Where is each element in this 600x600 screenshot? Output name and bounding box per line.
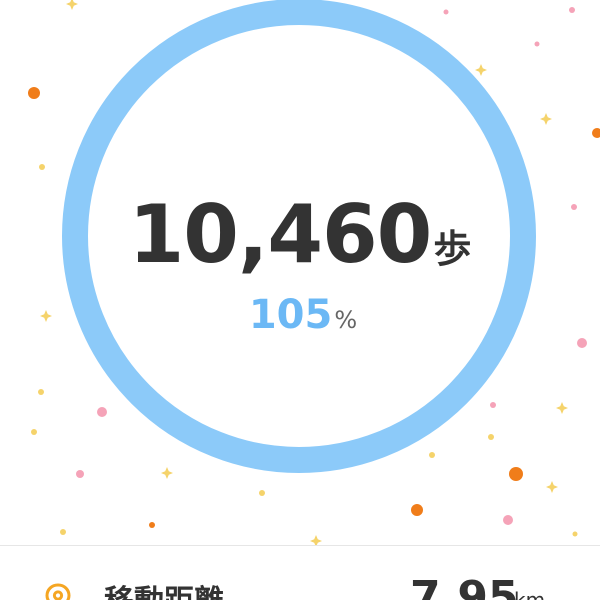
distance-stat-row: 移動距離 7.95 km [0,546,600,600]
distance-value: 7.95 [410,572,519,600]
step-summary-screen: 10,460歩 105% 移動距離 7.95 km [0,0,600,600]
distance-unit: km [514,588,546,600]
achievement-percent: 105 [248,292,333,338]
steps-unit-label: 歩 [433,227,472,271]
achievement-percent-unit: % [334,306,358,334]
steps-count: 10,460 [128,188,433,281]
steps-readout: 10,460歩 [0,188,600,281]
achievement-readout: 105% [0,292,600,338]
location-pin-icon [45,583,71,600]
distance-label: 移動距離 [104,576,224,600]
